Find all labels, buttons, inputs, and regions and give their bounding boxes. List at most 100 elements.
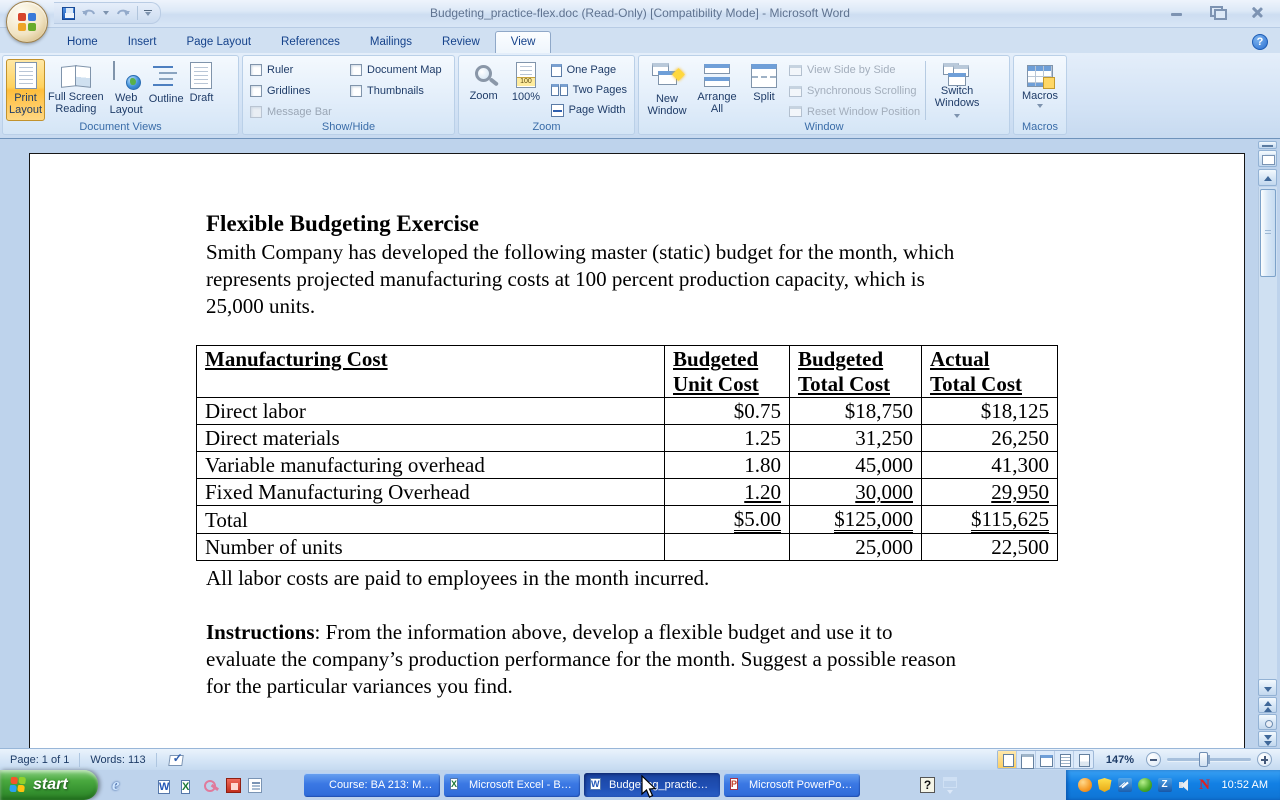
- document-page[interactable]: Flexible Budgeting Exercise Smith Compan…: [29, 153, 1245, 748]
- previous-page-button[interactable]: [1258, 697, 1277, 713]
- zoom-button[interactable]: Zoom: [462, 59, 505, 121]
- task-excel[interactable]: X Microsoft Excel - Bud...: [444, 773, 580, 797]
- green-app-tray-icon[interactable]: [1138, 778, 1152, 792]
- tab-page-layout[interactable]: Page Layout: [171, 32, 266, 53]
- internet-explorer-icon[interactable]: e: [112, 777, 128, 793]
- one-page-button[interactable]: One Page: [547, 60, 631, 80]
- minimize-button[interactable]: [1164, 5, 1190, 19]
- undo-dropdown-icon[interactable]: [103, 11, 109, 15]
- statusbar-print-layout-button[interactable]: [998, 751, 1017, 768]
- save-icon[interactable]: [62, 7, 75, 20]
- help-icon[interactable]: ?: [1252, 34, 1268, 50]
- undo-icon[interactable]: [81, 7, 97, 20]
- full-screen-reading-button[interactable]: Full ScreenReading: [45, 59, 107, 121]
- tab-review[interactable]: Review: [427, 32, 495, 53]
- zoom-slider-thumb[interactable]: [1199, 752, 1208, 767]
- zoom-in-button[interactable]: [1257, 752, 1272, 767]
- print-layout-button[interactable]: PrintLayout: [6, 59, 45, 121]
- statusbar-web-layout-button[interactable]: [1036, 751, 1055, 768]
- window-group-separator: [925, 61, 926, 120]
- synchronous-scrolling-button: Synchronous Scrolling: [786, 81, 923, 102]
- task-powerpoint[interactable]: P Microsoft PowerPoint ...: [724, 773, 860, 797]
- draft-button[interactable]: Draft: [187, 59, 217, 121]
- new-window-button[interactable]: NewWindow: [642, 59, 692, 121]
- macros-button[interactable]: Macros: [1017, 59, 1063, 121]
- checkbox-document-map[interactable]: Document Map: [350, 60, 442, 80]
- page-indicator[interactable]: Page: 1 of 1: [0, 752, 79, 768]
- table-row: Variable manufacturing overhead 1.80 45,…: [197, 452, 1058, 479]
- zoom-100-button[interactable]: 100 100%: [505, 59, 546, 121]
- window-layout-icon[interactable]: [943, 777, 957, 788]
- customize-qat-icon[interactable]: [144, 10, 152, 17]
- question-tray-icon[interactable]: ?: [920, 777, 935, 793]
- select-browse-object-button[interactable]: [1258, 714, 1277, 730]
- blank-line: [206, 592, 1081, 619]
- system-tray: Z N 10:52 AM: [1066, 770, 1280, 800]
- tab-home[interactable]: Home: [52, 32, 113, 53]
- netware-tray-icon[interactable]: N: [1198, 778, 1212, 792]
- tab-mailings[interactable]: Mailings: [355, 32, 427, 53]
- web-layout-button[interactable]: WebLayout: [107, 59, 146, 121]
- red-app-icon[interactable]: [226, 778, 241, 793]
- zoom-level[interactable]: 147%: [1098, 754, 1142, 766]
- full-screen-reading-icon: [60, 64, 92, 88]
- group-zoom: Zoom 100 100% One Page Two Pages: [458, 55, 635, 135]
- firefox-icon[interactable]: [135, 777, 151, 793]
- proofing-status-icon[interactable]: ✓: [169, 753, 184, 766]
- draft-icon: [190, 62, 212, 89]
- security-shield-icon[interactable]: [1098, 778, 1112, 792]
- scroll-up-button[interactable]: [1258, 169, 1277, 186]
- key-icon[interactable]: [204, 778, 219, 793]
- word-count[interactable]: Words: 113: [80, 752, 155, 768]
- checkbox-message-bar: Message Bar: [250, 102, 342, 122]
- close-button[interactable]: [1244, 5, 1270, 19]
- chevron-down-icon[interactable]: [947, 790, 953, 794]
- zonealarm-tray-icon[interactable]: Z: [1158, 778, 1172, 792]
- messenger-tray-icon[interactable]: [1078, 778, 1092, 792]
- view-switcher: [997, 750, 1094, 769]
- window-title: Budgeting_practice-flex.doc (Read-Only) …: [300, 6, 980, 20]
- tab-references[interactable]: References: [266, 32, 355, 53]
- taskbar-mid-icons: ?: [920, 777, 957, 794]
- checkbox-gridlines[interactable]: Gridlines: [250, 81, 342, 101]
- split-button[interactable]: Split: [742, 59, 786, 121]
- scrollbar-thumb[interactable]: [1260, 189, 1276, 277]
- excel-icon[interactable]: X: [181, 777, 197, 793]
- group-caption-window: Window: [639, 121, 1009, 133]
- statusbar-outline-button[interactable]: [1055, 751, 1074, 768]
- office-button[interactable]: [6, 1, 48, 43]
- statusbar-full-screen-button[interactable]: [1017, 751, 1036, 768]
- start-button[interactable]: start: [0, 770, 98, 800]
- next-page-button[interactable]: [1258, 731, 1277, 747]
- scroll-down-button[interactable]: [1258, 679, 1277, 696]
- statusbar-draft-button[interactable]: [1074, 751, 1093, 768]
- two-pages-button[interactable]: Two Pages: [547, 80, 631, 100]
- restore-button[interactable]: [1204, 5, 1230, 19]
- checkbox-thumbnails[interactable]: Thumbnails: [350, 81, 442, 101]
- notes-app-icon[interactable]: [248, 778, 262, 793]
- toggle-ruler-button[interactable]: [1258, 150, 1277, 167]
- window-controls: [1164, 5, 1270, 19]
- blue-key-tray-icon[interactable]: [1118, 778, 1132, 792]
- scrollbar-track[interactable]: [1258, 187, 1277, 680]
- redo-icon[interactable]: [115, 7, 131, 20]
- excel-icon: X: [450, 778, 464, 792]
- instructions-line: evaluate the company’s production perfor…: [206, 646, 1081, 673]
- task-firefox[interactable]: Course: BA 213: Man...: [304, 773, 440, 797]
- arrange-all-button[interactable]: ArrangeAll: [692, 59, 742, 121]
- tab-view[interactable]: View: [495, 31, 552, 54]
- tab-insert[interactable]: Insert: [113, 32, 172, 53]
- page-width-button[interactable]: Page Width: [547, 100, 631, 120]
- volume-icon[interactable]: [1178, 778, 1192, 792]
- group-caption-zoom: Zoom: [459, 121, 634, 133]
- split-handle[interactable]: [1258, 141, 1277, 149]
- paragraph-line: 25,000 units.: [206, 293, 1081, 320]
- word-icon[interactable]: W: [158, 777, 174, 793]
- table-row: Direct labor $0.75 $18,750 $18,125: [197, 398, 1058, 425]
- outline-button[interactable]: Outline: [146, 59, 187, 121]
- zoom-out-button[interactable]: [1146, 752, 1161, 767]
- switch-windows-button[interactable]: SwitchWindows: [928, 59, 986, 121]
- zoom-slider-track[interactable]: [1167, 758, 1251, 761]
- group-show-hide: Ruler Gridlines Message Bar Document Map: [242, 55, 455, 135]
- checkbox-ruler[interactable]: Ruler: [250, 60, 342, 80]
